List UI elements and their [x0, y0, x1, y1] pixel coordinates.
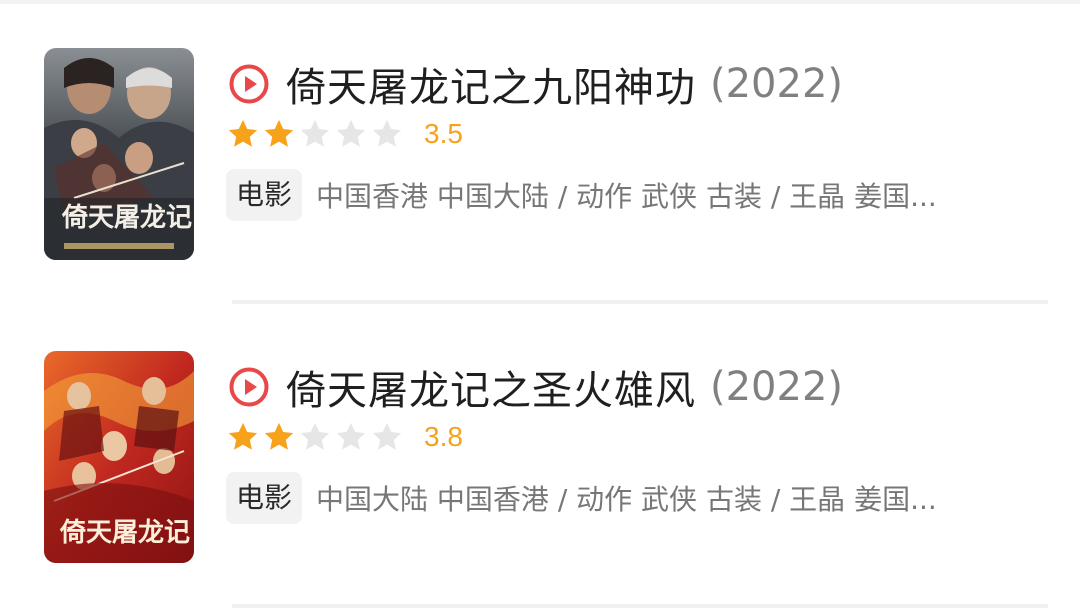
rating-row: 3.5 — [226, 112, 463, 156]
search-result-card[interactable]: 倚天屠龙记 倚天屠龙记之九阳神功 (2022) 3.5 电影 中国香港 中国大陆… — [0, 0, 1080, 304]
star-empty-icon — [334, 420, 368, 454]
movie-year: (2022) — [710, 61, 844, 107]
star-filled-icon — [226, 420, 260, 454]
svg-text:倚天屠龙记: 倚天屠龙记 — [61, 203, 192, 233]
meta-row: 电影 中国大陆 中国香港 / 动作 武侠 古装 / 王晶 姜国... — [226, 471, 1036, 525]
movie-meta: 中国香港 中国大陆 / 动作 武侠 古装 / 王晶 姜国... — [316, 180, 937, 213]
movie-title[interactable]: 倚天屠龙记之圣火雄风 — [286, 358, 696, 416]
result-title-row[interactable]: 倚天屠龙记之九阳神功 (2022) — [228, 56, 843, 112]
rating-score: 3.8 — [424, 421, 463, 452]
star-empty-icon — [298, 420, 332, 454]
star-filled-icon — [226, 117, 260, 151]
play-icon[interactable] — [228, 366, 270, 408]
meta-row: 电影 中国香港 中国大陆 / 动作 武侠 古装 / 王晶 姜国... — [226, 168, 1036, 222]
poster-image: 倚天屠龙记 — [44, 48, 194, 260]
movie-year: (2022) — [710, 364, 844, 410]
type-tag: 电影 — [226, 472, 303, 524]
divider — [232, 604, 1048, 608]
star-filled-icon — [262, 117, 296, 151]
star-empty-icon — [298, 117, 332, 151]
svg-text:倚天屠龙记: 倚天屠龙记 — [59, 518, 190, 548]
movie-poster[interactable]: 倚天屠龙记 — [44, 351, 194, 563]
movie-meta: 中国大陆 中国香港 / 动作 武侠 古装 / 王晶 姜国... — [316, 483, 937, 516]
star-empty-icon — [334, 117, 368, 151]
type-tag: 电影 — [226, 169, 303, 221]
poster-image: 倚天屠龙记 — [44, 351, 194, 563]
movie-title[interactable]: 倚天屠龙记之九阳神功 — [286, 55, 696, 113]
movie-poster[interactable]: 倚天屠龙记 — [44, 48, 194, 260]
star-filled-icon — [262, 420, 296, 454]
star-empty-icon — [370, 117, 404, 151]
star-empty-icon — [370, 420, 404, 454]
result-title-row[interactable]: 倚天屠龙记之圣火雄风 (2022) — [228, 359, 843, 415]
rating-row: 3.8 — [226, 415, 463, 459]
search-result-card[interactable]: 倚天屠龙记 倚天屠龙记之圣火雄风 (2022) 3.8 电影 中国大陆 中国香港… — [0, 303, 1080, 608]
play-icon[interactable] — [228, 63, 270, 105]
rating-score: 3.5 — [424, 118, 463, 149]
